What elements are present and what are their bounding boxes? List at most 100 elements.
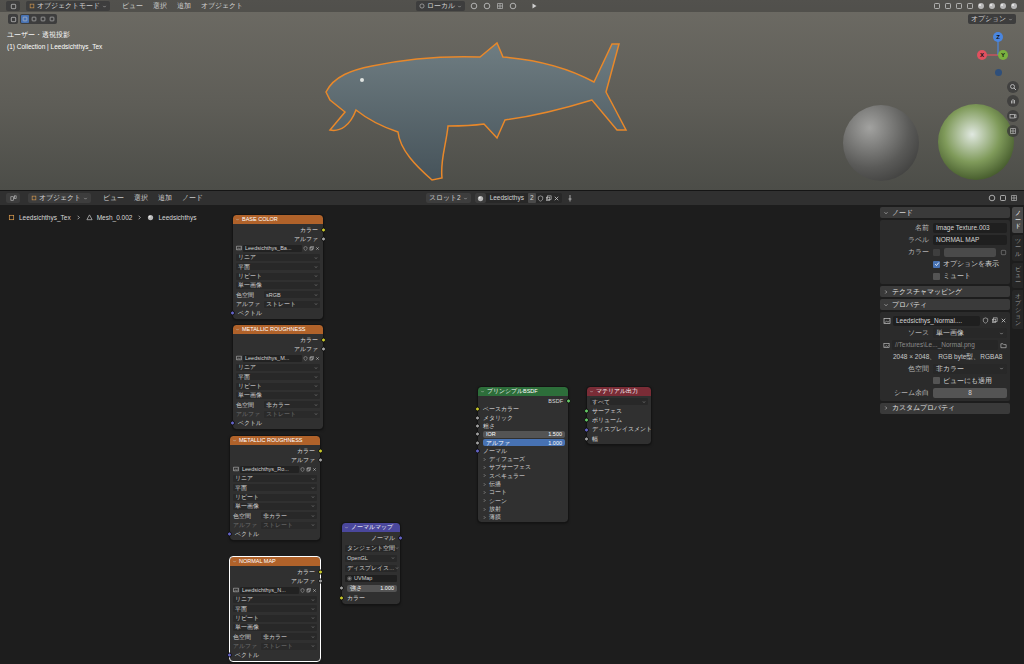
options-dropdown[interactable]: オプション — [968, 14, 1016, 24]
menu-item[interactable]: ビュー — [103, 193, 124, 203]
node-dropdown[interactable]: 平面 — [233, 484, 317, 491]
presets-icon[interactable] — [1000, 249, 1007, 256]
image-field[interactable]: Leedsichthys_M... — [243, 355, 302, 362]
xray-icon[interactable] — [966, 2, 974, 10]
material-browse-button[interactable] — [475, 193, 486, 203]
node-dropdown[interactable]: リニア — [233, 596, 317, 603]
socket[interactable] — [321, 337, 326, 342]
pivot-icon[interactable] — [470, 2, 478, 10]
colorspace-dropdown[interactable]: 非カラー — [933, 364, 1007, 374]
fake-user-icon[interactable] — [300, 467, 305, 472]
node-header[interactable]: マテリアル出力 — [587, 387, 651, 396]
fake-user-icon[interactable] — [303, 356, 308, 361]
checkbox[interactable] — [933, 377, 940, 384]
value-field[interactable]: 強さ1.000 — [347, 585, 397, 592]
gizmo-icon[interactable] — [944, 2, 952, 10]
node-header[interactable]: ノーマルマップ — [342, 523, 400, 532]
gizmo-axis[interactable]: Y — [998, 50, 1008, 60]
duplicate-icon[interactable] — [991, 317, 998, 324]
image-icon[interactable] — [233, 466, 239, 472]
node-name-field[interactable]: Image Texture.003 — [933, 223, 1007, 233]
view-object-types-icon[interactable] — [933, 2, 941, 10]
node[interactable]: マテリアル出力すべてサーフェスボリュームディスプレイスメント幅 — [587, 387, 651, 444]
node-dropdown[interactable]: タンジェント空間 — [345, 545, 397, 552]
gizmo-negative-axis[interactable] — [995, 69, 1002, 76]
node-dropdown[interactable]: 単一画像 — [233, 624, 317, 631]
play-icon[interactable] — [530, 2, 538, 10]
navigation-gizmo[interactable]: XYZ — [970, 28, 1024, 80]
user-count[interactable]: 2 — [528, 193, 536, 203]
panel-label[interactable]: ディフューズ — [489, 455, 525, 463]
node-label-field[interactable]: NORMAL MAP — [933, 235, 1007, 245]
socket[interactable] — [318, 457, 323, 462]
unlink-icon[interactable] — [312, 467, 317, 472]
socket[interactable] — [318, 448, 323, 453]
solid-shading-icon[interactable] — [988, 2, 996, 10]
node-dropdown[interactable]: OpenGL — [345, 555, 397, 562]
node-header[interactable]: プリンシプルBSDF — [478, 387, 568, 396]
socket[interactable] — [475, 407, 480, 412]
checkbox[interactable] — [933, 273, 940, 280]
sidebar-tab[interactable]: ビュー — [1012, 263, 1023, 289]
node-dropdown[interactable]: リニア — [233, 475, 317, 482]
wireframe-shading-icon[interactable] — [977, 2, 985, 10]
image-field[interactable]: Leedsichthys_Ro... — [240, 466, 299, 473]
mode-dropdown[interactable]: オブジェクトモード — [26, 1, 110, 11]
socket[interactable] — [584, 408, 589, 413]
grid-snap-icon[interactable] — [496, 2, 504, 10]
node-dropdown[interactable]: ストレート — [264, 411, 320, 418]
socket[interactable] — [566, 399, 571, 404]
node-dropdown[interactable]: 平面 — [233, 605, 317, 612]
transform-orientation-dropdown[interactable]: ローカル — [416, 1, 465, 11]
panel-label[interactable]: サブサーフェス — [489, 463, 531, 471]
menu-item[interactable]: 追加 — [158, 193, 172, 203]
image-icon[interactable] — [883, 317, 891, 325]
proportional-icon[interactable] — [509, 2, 517, 10]
node-dropdown[interactable]: リピート — [236, 273, 320, 280]
node-dropdown[interactable]: 単一画像 — [233, 503, 317, 510]
socket[interactable] — [584, 436, 589, 441]
panel-label[interactable]: 薄膜 — [489, 513, 501, 521]
unlink-icon[interactable] — [312, 588, 317, 593]
socket[interactable] — [475, 432, 480, 437]
gizmo-axis[interactable]: X — [977, 50, 987, 60]
editor-type-button[interactable] — [6, 1, 20, 11]
node-dropdown[interactable]: ストレート — [261, 522, 317, 529]
material-shading-icon[interactable] — [999, 2, 1007, 10]
panel-label[interactable]: 放射 — [489, 505, 501, 513]
fake-user-icon[interactable] — [300, 588, 305, 593]
socket[interactable] — [475, 448, 480, 453]
select-mode-button[interactable] — [39, 15, 47, 23]
panel-label[interactable]: シーン — [489, 497, 507, 505]
node[interactable]: METALLIC ROUGHNESSカラーアルファLeedsichthys_M.… — [233, 325, 323, 429]
duplicate-icon[interactable] — [309, 246, 314, 251]
view-as-render-checkbox[interactable]: ビューにも適用 — [883, 376, 1007, 386]
image-icon[interactable] — [236, 355, 242, 361]
overlay-icon[interactable] — [988, 194, 996, 202]
node-dropdown[interactable]: 単一画像 — [236, 392, 320, 399]
image-field[interactable]: Leedsichthys_Ba... — [243, 245, 302, 252]
sidebar-toggle-icon[interactable] — [1010, 194, 1018, 202]
duplicate-icon[interactable] — [306, 467, 311, 472]
socket[interactable] — [321, 236, 326, 241]
mute-checkbox[interactable]: ミュート — [883, 271, 1007, 281]
menu-item[interactable]: 選択 — [134, 193, 148, 203]
menu-item[interactable]: オブジェクト — [201, 1, 243, 11]
select-mode-button[interactable] — [48, 15, 56, 23]
navigation-button[interactable] — [1007, 125, 1019, 137]
panel-label[interactable]: 伝播 — [489, 480, 501, 488]
fake-user-icon[interactable] — [537, 195, 544, 202]
node-dropdown[interactable]: 平面 — [236, 263, 320, 270]
menu-item[interactable]: 追加 — [177, 1, 191, 11]
socket[interactable] — [475, 440, 480, 445]
breadcrumb-item[interactable]: Leedsichthys — [158, 213, 196, 223]
pin-icon[interactable] — [566, 194, 574, 202]
node-panel-header[interactable]: ノード — [880, 207, 1010, 218]
socket[interactable] — [339, 596, 344, 601]
node[interactable]: ノーマルマップノーマルタンジェント空間OpenGLディスプレイス…UVMap強さ… — [342, 523, 400, 604]
navigation-button[interactable] — [1007, 95, 1019, 107]
unlink-icon[interactable] — [315, 356, 320, 361]
node-dropdown[interactable]: sRGB — [264, 291, 320, 298]
sidebar-tab[interactable]: オプション — [1012, 290, 1023, 329]
duplicate-icon[interactable] — [309, 356, 314, 361]
